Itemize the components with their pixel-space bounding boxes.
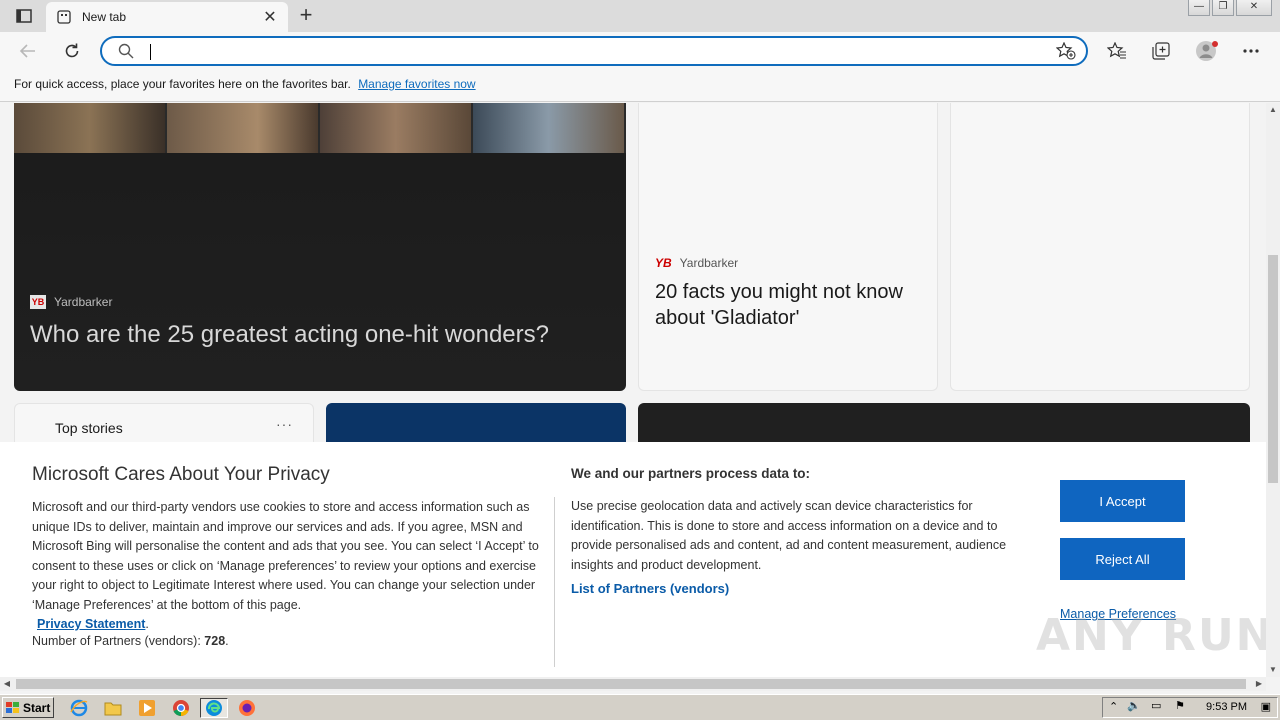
scroll-up-icon[interactable]: ▲	[1266, 103, 1280, 117]
favorites-bar: For quick access, place your favorites h…	[0, 70, 1280, 102]
partners-count: Number of Partners (vendors): 728.	[32, 634, 229, 648]
vertical-scrollbar[interactable]: ▲ ▼	[1266, 103, 1280, 677]
start-button[interactable]: Start	[2, 697, 54, 718]
media-player-icon[interactable]	[136, 698, 158, 718]
privacy-statement-link[interactable]: Privacy Statement	[37, 615, 145, 635]
hero-card[interactable]: YB Yardbarker Who are the 25 greatest ac…	[14, 103, 626, 391]
ie-icon[interactable]	[68, 698, 90, 718]
text-caret	[150, 44, 151, 60]
scroll-left-icon[interactable]: ◀	[0, 677, 14, 691]
partners-number: 728	[204, 634, 226, 648]
favorites-icon[interactable]	[1106, 41, 1128, 61]
collections-icon[interactable]	[1150, 41, 1172, 61]
close-window-button[interactable]: ✕	[1236, 0, 1272, 16]
hero-source-name: Yardbarker	[54, 295, 113, 309]
partners-label: Number of Partners (vendors):	[32, 634, 201, 648]
privacy-body: Microsoft and our third-party vendors us…	[32, 498, 542, 635]
address-bar[interactable]	[100, 36, 1088, 66]
show-desktop-icon[interactable]: ▣	[1261, 700, 1271, 713]
new-tab-button[interactable]: +	[294, 4, 318, 28]
scroll-thumb[interactable]	[16, 679, 1246, 689]
privacy-subtitle: We and our partners process data to:	[571, 466, 811, 481]
reject-all-button[interactable]: Reject All	[1060, 538, 1185, 580]
yardbarker-logo-icon: YB	[30, 295, 46, 309]
taskbar: Start ⌃ 🔈 ▭ ⚑ 9:53 PM ▣	[0, 694, 1280, 720]
add-favorite-icon[interactable]	[1055, 41, 1076, 65]
restore-button[interactable]: ❐	[1212, 0, 1234, 16]
flag-icon[interactable]: ⚑	[1175, 699, 1185, 712]
scroll-right-icon[interactable]: ▶	[1252, 677, 1266, 691]
title-bar: New tab ✕ + — ❐ ✕	[0, 0, 1280, 32]
tab-close-icon[interactable]: ✕	[262, 7, 278, 27]
show-hidden-icons-icon[interactable]: ⌃	[1109, 700, 1118, 713]
article-card[interactable]: YB Yardbarker 20 facts you might not kno…	[638, 103, 938, 391]
card-source: YB Yardbarker	[655, 256, 738, 270]
card-title[interactable]: 20 facts you might not know about 'Gladi…	[655, 279, 930, 331]
period: .	[145, 617, 149, 631]
firefox-icon[interactable]	[236, 698, 258, 718]
scroll-thumb[interactable]	[1268, 255, 1278, 483]
system-tray: ⌃ 🔈 ▭ ⚑ 9:53 PM ▣	[1102, 697, 1278, 718]
period: .	[225, 634, 229, 648]
privacy-body-text: Microsoft and our third-party vendors us…	[32, 500, 539, 612]
tab-new-tab[interactable]: New tab ✕	[46, 2, 288, 32]
empty-card	[950, 103, 1250, 391]
card-source-name: Yardbarker	[679, 256, 739, 270]
yardbarker-logo-icon: YB	[655, 256, 672, 270]
volume-icon[interactable]: 🔈	[1127, 699, 1141, 712]
divider	[554, 497, 555, 667]
minimize-button[interactable]: —	[1188, 0, 1210, 16]
new-tab-icon	[56, 9, 72, 25]
anyrun-watermark: ANY RUN	[1036, 610, 1275, 661]
favorites-bar-message: For quick access, place your favorites h…	[14, 77, 351, 91]
back-button[interactable]	[16, 40, 40, 62]
horizontal-scrollbar[interactable]: ◀ ▶	[0, 677, 1266, 691]
more-options-icon[interactable]: ···	[276, 416, 293, 432]
network-icon[interactable]: ▭	[1151, 699, 1161, 712]
tab-actions-icon[interactable]	[10, 6, 38, 26]
privacy-title: Microsoft Cares About Your Privacy	[32, 464, 330, 485]
folder-icon[interactable]	[102, 698, 124, 718]
windows-logo-icon	[6, 701, 19, 713]
edge-icon[interactable]	[200, 698, 228, 718]
browser-toolbar	[0, 32, 1280, 70]
scroll-down-icon[interactable]: ▼	[1266, 663, 1280, 677]
manage-favorites-link[interactable]: Manage favorites now	[358, 77, 475, 91]
list-of-partners-link[interactable]: List of Partners (vendors)	[571, 581, 729, 596]
hero-title[interactable]: Who are the 25 greatest acting one-hit w…	[30, 321, 549, 349]
tab-title: New tab	[82, 10, 127, 24]
chrome-icon[interactable]	[170, 698, 192, 718]
window-controls: — ❐ ✕	[1188, 0, 1272, 16]
start-label: Start	[23, 700, 51, 715]
clock[interactable]: 9:53 PM	[1206, 701, 1247, 713]
hero-source: YB Yardbarker	[30, 295, 112, 309]
address-input[interactable]	[152, 40, 1032, 62]
privacy-description: Use precise geolocation data and activel…	[571, 499, 1007, 572]
search-icon	[118, 43, 134, 64]
refresh-button[interactable]	[60, 40, 84, 62]
more-options-icon[interactable]	[1240, 41, 1262, 61]
profile-avatar-icon[interactable]	[1194, 41, 1220, 61]
top-stories-title: Top stories	[55, 420, 123, 436]
hero-image	[14, 103, 626, 153]
accept-button[interactable]: I Accept	[1060, 480, 1185, 522]
